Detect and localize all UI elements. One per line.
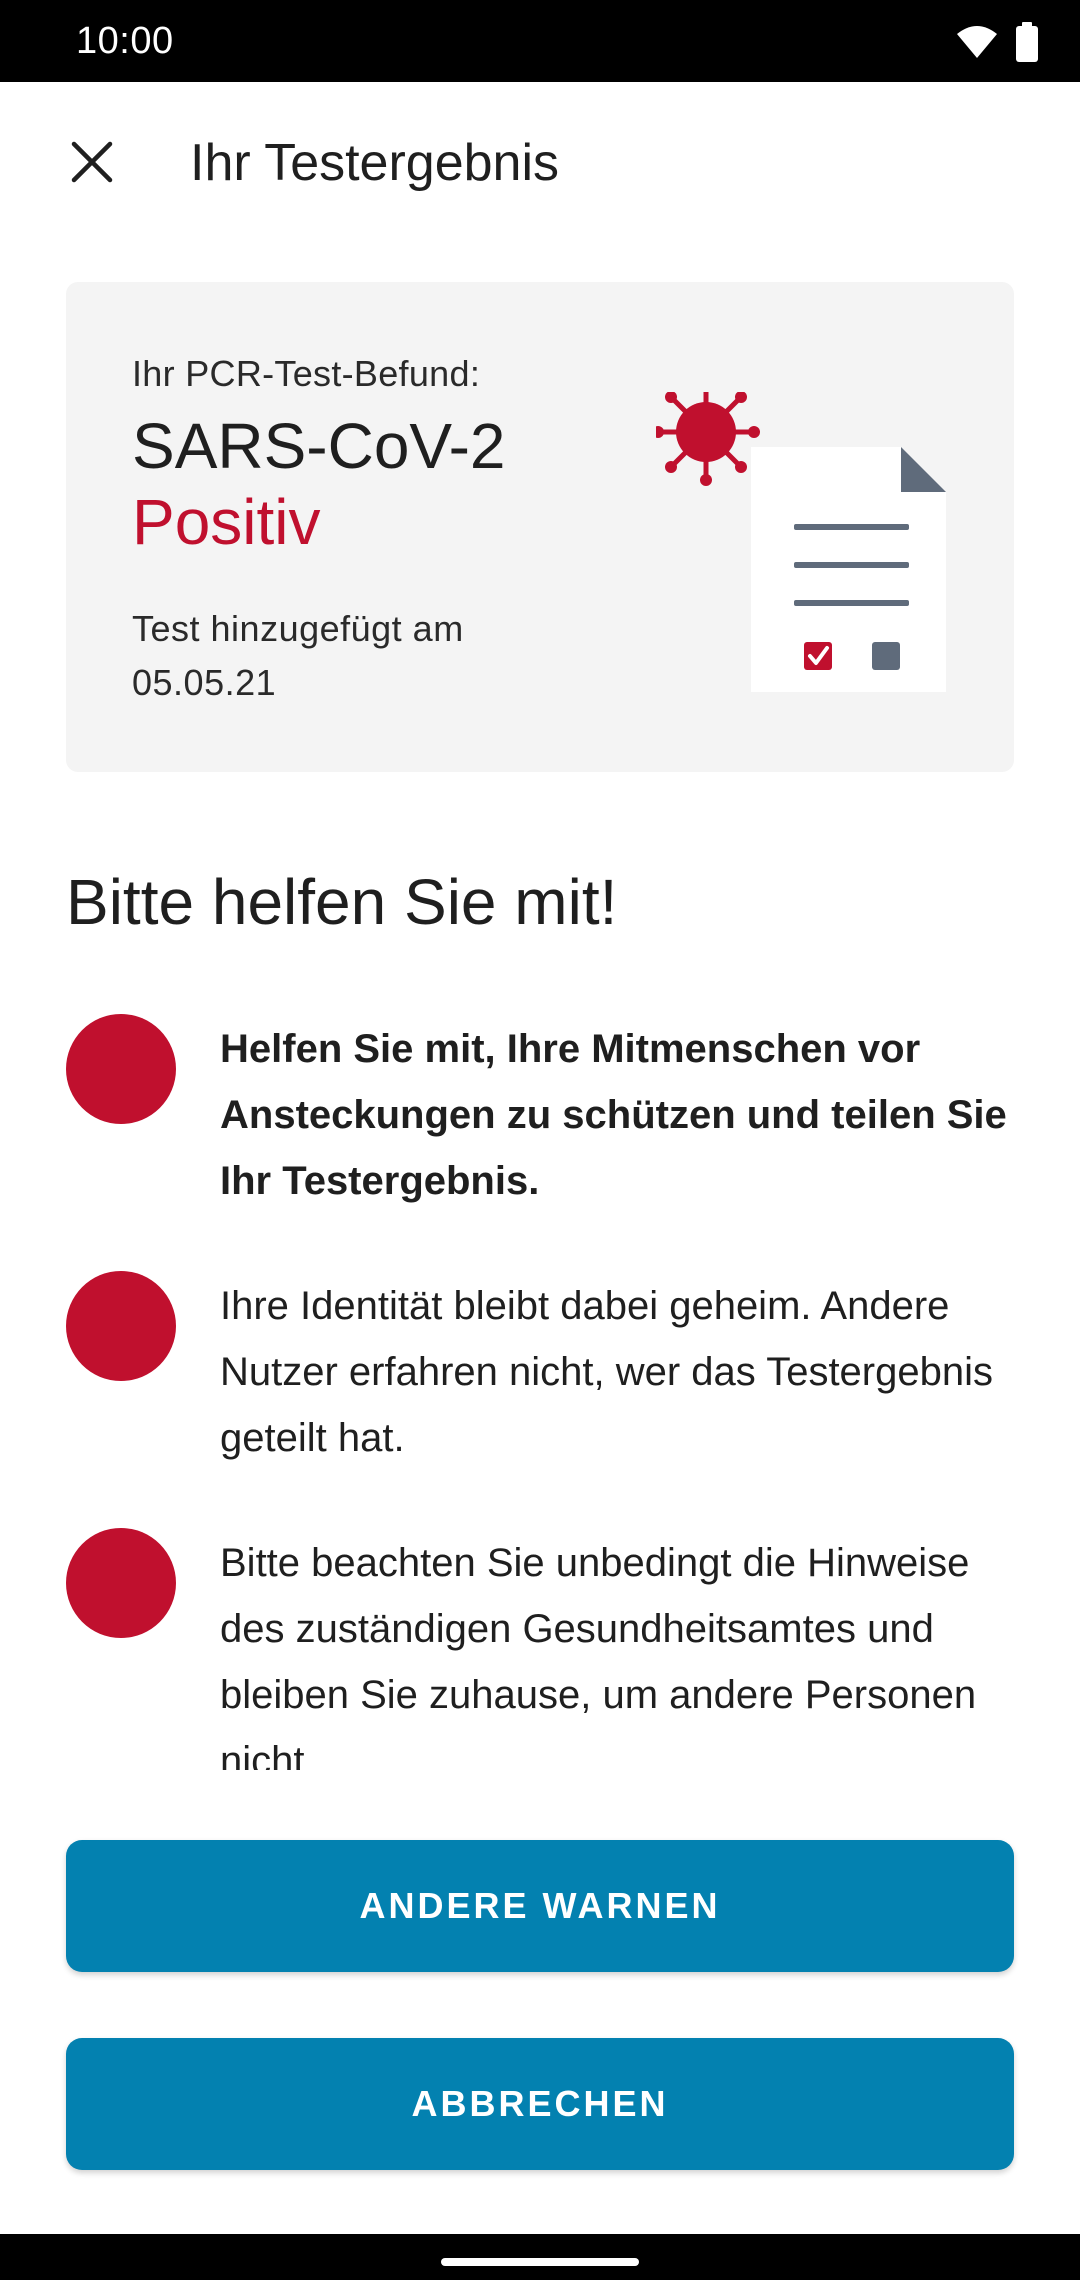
page-title: Ihr Testergebnis — [190, 134, 560, 192]
info-text: Ihre Identität bleibt dabei geheim. Ande… — [220, 1284, 993, 1460]
battery-icon — [1016, 22, 1038, 67]
test-result-status: Positiv — [132, 486, 321, 558]
home-gesture-handle[interactable] — [441, 2258, 639, 2266]
status-time: 10:00 — [76, 20, 174, 62]
virus-document-icon — [652, 378, 956, 702]
wifi-icon — [956, 25, 998, 64]
test-result-card: Ihr PCR-Test-Befund: SARS-CoV-2 Positiv … — [66, 282, 1014, 772]
warn-others-button[interactable]: ANDERE WARNEN — [66, 1840, 1014, 1972]
bullet-icon — [66, 1271, 176, 1381]
test-date: 05.05.21 — [132, 662, 277, 703]
navigation-bar — [0, 2234, 1080, 2280]
bullet-icon — [66, 1528, 176, 1638]
close-button[interactable] — [52, 124, 132, 204]
info-list[interactable]: Helfen Sie mit, Ihre Mitmenschen vor Ans… — [0, 990, 1080, 1770]
info-text: Bitte beachten Sie unbedingt die Hinweis… — [220, 1541, 977, 1770]
close-icon — [70, 140, 114, 189]
test-date-block: Test hinzugefügt am 05.05.21 — [132, 602, 464, 710]
virus-name: SARS-CoV-2 — [132, 410, 506, 482]
test-type-label: Ihr PCR-Test-Befund: — [132, 353, 481, 394]
cancel-button[interactable]: ABBRECHEN — [66, 2038, 1014, 2170]
test-date-label: Test hinzugefügt am — [132, 608, 464, 649]
section-title: Bitte helfen Sie mit! — [66, 866, 618, 938]
status-icons — [956, 22, 1038, 67]
bullet-icon — [66, 1014, 176, 1124]
app-bar: Ihr Testergebnis — [0, 82, 1080, 242]
status-bar: 10:00 — [0, 0, 1080, 82]
info-text: Helfen Sie mit, Ihre Mitmenschen vor Ans… — [220, 1027, 1007, 1203]
